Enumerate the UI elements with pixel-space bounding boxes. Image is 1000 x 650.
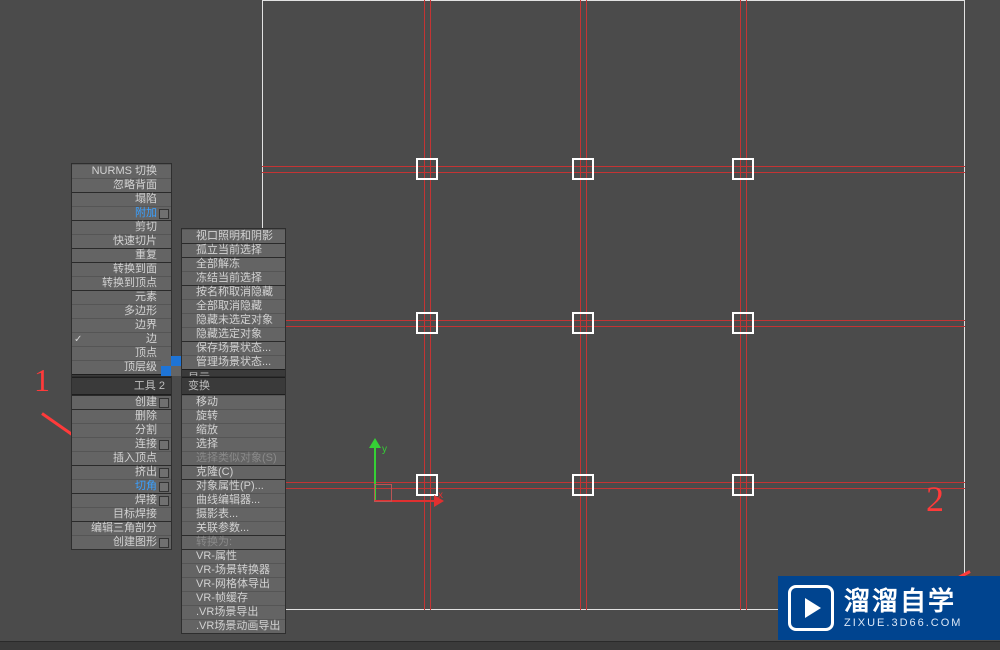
vertex-box[interactable] (416, 312, 438, 334)
menu-item[interactable]: 移动 (182, 395, 285, 409)
menu-item[interactable]: 边界 (72, 318, 171, 332)
menu-item[interactable]: 保存场景状态... (182, 341, 285, 355)
menu-item[interactable]: 关联参数... (182, 521, 285, 535)
edge-v6 (746, 0, 747, 610)
check-icon: ✓ (74, 333, 82, 346)
menu-item[interactable]: 附加 (72, 206, 171, 220)
viewport[interactable]: y x 1 2 NURMS 切换忽略背面塌陷附加剪切快速切片重复转换到面转换到顶… (0, 0, 1000, 650)
status-bar (0, 641, 1000, 650)
watermark-sub: ZIXUE.3D66.COM (844, 617, 962, 630)
quad-title: 工具 2 (72, 377, 171, 395)
menu-item[interactable]: 删除 (72, 409, 171, 423)
vertex-box[interactable] (732, 312, 754, 334)
menu-item[interactable]: 切角 (72, 479, 171, 493)
menu-item[interactable]: 创建 (72, 395, 171, 409)
menu-item[interactable]: 忽略背面 (72, 178, 171, 192)
menu-item[interactable]: .VR场景导出 (182, 605, 285, 619)
menu-item[interactable]: 顶点 (72, 346, 171, 360)
edge-v2 (430, 0, 431, 610)
menu-item[interactable]: 焊接 (72, 493, 171, 507)
menu-item[interactable]: VR-帧缓存 (182, 591, 285, 605)
quad-title: 变换 (182, 377, 285, 395)
menu-item[interactable]: 顶层级 (72, 360, 171, 374)
vertex-box[interactable] (732, 474, 754, 496)
quad-center-icon (161, 356, 181, 376)
menu-item[interactable]: 对象属性(P)... (182, 479, 285, 493)
menu-item[interactable]: 全部解冻 (182, 257, 285, 271)
axis-gizmo[interactable]: y x (360, 440, 420, 530)
menu-item[interactable]: 重复 (72, 248, 171, 262)
menu-item[interactable]: 曲线编辑器... (182, 493, 285, 507)
settings-box-icon[interactable] (159, 482, 169, 492)
menu-item[interactable]: 隐藏选定对象 (182, 327, 285, 341)
menu-item[interactable]: 元素 (72, 290, 171, 304)
quad-menu-left-upper[interactable]: NURMS 切换忽略背面塌陷附加剪切快速切片重复转换到面转换到顶点元素多边形边界… (71, 163, 172, 393)
menu-item[interactable]: NURMS 切换 (72, 164, 171, 178)
vertex-box[interactable] (572, 158, 594, 180)
edge-v1 (424, 0, 425, 610)
menu-item[interactable]: 选择 (182, 437, 285, 451)
axis-y-label: y (382, 444, 387, 455)
menu-item[interactable]: 分割 (72, 423, 171, 437)
menu-item[interactable]: 插入顶点 (72, 451, 171, 465)
menu-item[interactable]: VR-场景转换器 (182, 563, 285, 577)
vertex-box[interactable] (732, 158, 754, 180)
menu-item[interactable]: 全部取消隐藏 (182, 299, 285, 313)
menu-item[interactable]: 边✓ (72, 332, 171, 346)
vertex-box[interactable] (572, 312, 594, 334)
quad-menu-right-lower[interactable]: 变换移动旋转缩放选择选择类似对象(S)克隆(C)对象属性(P)...曲线编辑器.… (181, 376, 286, 634)
menu-item[interactable]: 按名称取消隐藏 (182, 285, 285, 299)
menu-item[interactable]: 转换到面 (72, 262, 171, 276)
menu-item: 选择类似对象(S) (182, 451, 285, 465)
menu-item[interactable]: 转换到顶点 (72, 276, 171, 290)
settings-box-icon[interactable] (159, 496, 169, 506)
settings-box-icon[interactable] (159, 398, 169, 408)
watermark-title: 溜溜自学 (844, 586, 962, 617)
play-icon (788, 585, 834, 631)
edge-v4 (586, 0, 587, 610)
edge-h3 (262, 320, 965, 321)
settings-box-icon[interactable] (159, 538, 169, 548)
menu-item[interactable]: VR-网格体导出 (182, 577, 285, 591)
vertex-box[interactable] (572, 474, 594, 496)
edge-v5 (740, 0, 741, 610)
menu-item[interactable]: 隐藏未选定对象 (182, 313, 285, 327)
menu-item[interactable]: 塌陷 (72, 192, 171, 206)
menu-item[interactable]: 快速切片 (72, 234, 171, 248)
axis-x-label: x (438, 490, 443, 501)
quad-menu-left-lower[interactable]: 工具 2创建删除分割连接插入顶点挤出切角焊接目标焊接编辑三角剖分创建图形 (71, 376, 172, 550)
menu-item[interactable]: 旋转 (182, 409, 285, 423)
menu-item[interactable]: 编辑三角剖分 (72, 521, 171, 535)
menu-item[interactable]: 管理场景状态... (182, 355, 285, 369)
quad-menu-right-upper[interactable]: 视口照明和阴影孤立当前选择全部解冻冻结当前选择按名称取消隐藏全部取消隐藏隐藏未选… (181, 228, 286, 388)
annotation-1: 1 (34, 362, 50, 399)
menu-item[interactable]: 挤出 (72, 465, 171, 479)
menu-item[interactable]: .VR场景动画导出 (182, 619, 285, 633)
menu-item[interactable]: VR-属性 (182, 549, 285, 563)
menu-item[interactable]: 创建图形 (72, 535, 171, 549)
menu-item[interactable]: 视口照明和阴影 (182, 229, 285, 243)
watermark: 溜溜自学 ZIXUE.3D66.COM (778, 576, 1000, 640)
menu-item[interactable]: 多边形 (72, 304, 171, 318)
settings-box-icon[interactable] (159, 468, 169, 478)
menu-item[interactable]: 克隆(C) (182, 465, 285, 479)
menu-item[interactable]: 目标焊接 (72, 507, 171, 521)
settings-box-icon[interactable] (159, 440, 169, 450)
edge-h2 (262, 172, 965, 173)
menu-item[interactable]: 缩放 (182, 423, 285, 437)
vertex-box[interactable] (416, 158, 438, 180)
edge-h1 (262, 166, 965, 167)
menu-item[interactable]: 连接 (72, 437, 171, 451)
edge-h4 (262, 326, 965, 327)
edge-v3 (580, 0, 581, 610)
menu-item[interactable]: 冻结当前选择 (182, 271, 285, 285)
settings-box-icon[interactable] (159, 209, 169, 219)
menu-item[interactable]: 摄影表... (182, 507, 285, 521)
menu-item[interactable]: 剪切 (72, 220, 171, 234)
menu-item: 转换为: (182, 535, 285, 549)
menu-item[interactable]: 孤立当前选择 (182, 243, 285, 257)
